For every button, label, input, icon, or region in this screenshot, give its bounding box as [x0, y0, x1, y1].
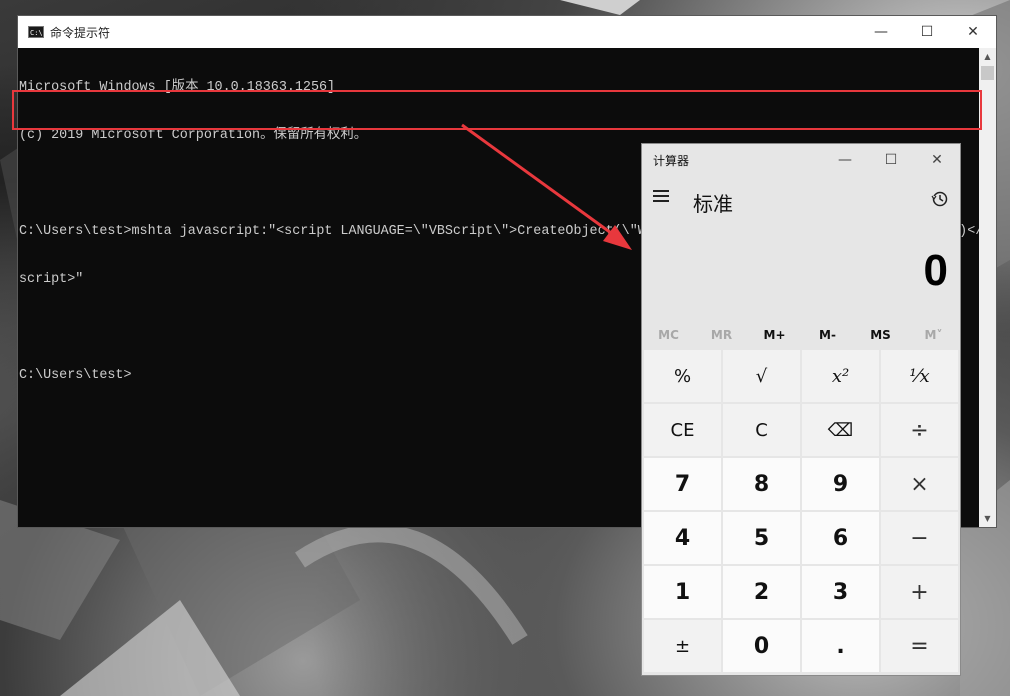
- multiply-key[interactable]: ×: [881, 458, 958, 510]
- digit-4-key[interactable]: 4: [644, 512, 721, 564]
- cmd-window-title: 命令提示符: [50, 25, 111, 40]
- scroll-up-icon[interactable]: ▲: [979, 48, 996, 65]
- memory-clear-button[interactable]: MC: [642, 322, 695, 348]
- scroll-down-icon[interactable]: ▼: [979, 510, 996, 527]
- cmd-app-icon: C:\: [28, 26, 44, 38]
- calc-minimize-button[interactable]: —: [822, 144, 868, 176]
- cmd-minimize-button[interactable]: —: [858, 16, 904, 48]
- reciprocal-key[interactable]: ¹⁄x: [881, 350, 958, 402]
- digit-7-key[interactable]: 7: [644, 458, 721, 510]
- history-icon[interactable]: [931, 190, 949, 208]
- memory-subtract-button[interactable]: M-: [801, 322, 854, 348]
- equals-key[interactable]: =: [881, 620, 958, 672]
- clear-key[interactable]: C: [723, 404, 800, 456]
- calculator-window-title: 计算器: [653, 153, 690, 168]
- calculator-titlebar[interactable]: 计算器 — ☐ ✕: [642, 144, 960, 176]
- calculator-mode-title: 标准: [693, 192, 733, 216]
- calc-close-button[interactable]: ✕: [914, 144, 960, 176]
- memory-row: MC MR M+ M- MS M˅: [642, 322, 960, 348]
- calculator-keypad: % √ x² ¹⁄x CE C ⌫ ÷ 7 8 9 × 4 5 6− 1 2 3 + ±0. =: [644, 350, 958, 672]
- square-key[interactable]: x²: [802, 350, 879, 402]
- digit-3-key[interactable]: 3: [802, 566, 879, 618]
- negate-key[interactable]: ±: [644, 620, 721, 672]
- add-key[interactable]: +: [881, 566, 958, 618]
- command-highlight-box: [12, 90, 982, 130]
- cmd-maximize-button[interactable]: ☐: [904, 16, 950, 48]
- decimal-key[interactable]: .: [802, 620, 879, 672]
- digit-0-key[interactable]: 0: [723, 620, 800, 672]
- subtract-key[interactable]: −: [881, 512, 958, 564]
- cmd-titlebar[interactable]: C:\ 命令提示符 — ☐ ✕: [18, 16, 996, 48]
- console-line: (c) 2019 Microsoft Corporation。保留所有权利。: [19, 128, 368, 143]
- digit-2-key[interactable]: 2: [723, 566, 800, 618]
- digit-8-key[interactable]: 8: [723, 458, 800, 510]
- divide-key[interactable]: ÷: [881, 404, 958, 456]
- sqrt-key[interactable]: √: [723, 350, 800, 402]
- digit-6-key[interactable]: 6: [802, 512, 879, 564]
- calc-maximize-button[interactable]: ☐: [868, 144, 914, 176]
- calculator-display: 0: [923, 246, 948, 295]
- scroll-thumb[interactable]: [981, 66, 994, 80]
- digit-9-key[interactable]: 9: [802, 458, 879, 510]
- digit-1-key[interactable]: 1: [644, 566, 721, 618]
- menu-icon[interactable]: [653, 190, 669, 202]
- memory-store-button[interactable]: MS: [854, 322, 907, 348]
- memory-list-button[interactable]: M˅: [907, 322, 960, 348]
- clear-entry-key[interactable]: CE: [644, 404, 721, 456]
- backspace-key[interactable]: ⌫: [802, 404, 879, 456]
- cmd-close-button[interactable]: ✕: [950, 16, 996, 48]
- memory-recall-button[interactable]: MR: [695, 322, 748, 348]
- digit-5-key[interactable]: 5: [723, 512, 800, 564]
- memory-add-button[interactable]: M+: [748, 322, 801, 348]
- calculator-window[interactable]: 计算器 — ☐ ✕ 标准 0 MC MR M+ M- MS M˅ % √ x² ¹⁄x…: [641, 143, 961, 676]
- percent-key[interactable]: %: [644, 350, 721, 402]
